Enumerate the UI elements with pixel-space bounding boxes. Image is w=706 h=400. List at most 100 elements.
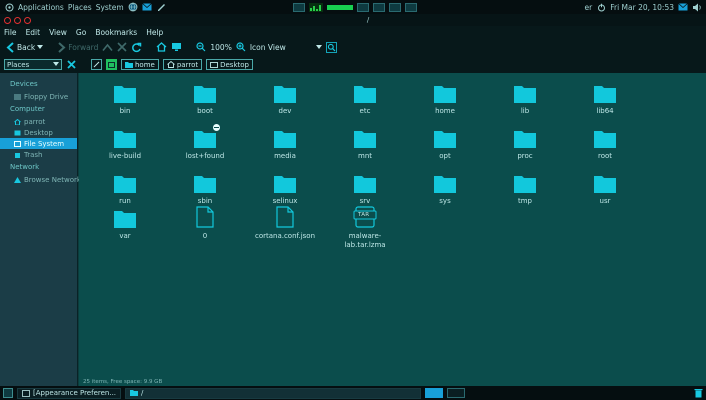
folder-icon <box>274 176 296 193</box>
file-item-root[interactable]: root <box>577 126 633 161</box>
home-button[interactable] <box>156 42 167 52</box>
sidebar-item-label: File System <box>24 139 65 148</box>
reload-icon <box>132 42 142 52</box>
file-item-srv[interactable]: srv <box>337 171 393 206</box>
back-button[interactable]: Back <box>6 41 44 53</box>
file-item-opt[interactable]: opt <box>417 126 473 161</box>
file-item-lost-found[interactable]: lost+found <box>177 123 233 161</box>
menu-bookmarks[interactable]: Bookmarks <box>95 28 137 37</box>
file-item-boot[interactable]: boot <box>177 81 233 116</box>
tray-box-2[interactable] <box>372 2 385 12</box>
file-item-icon <box>274 126 296 148</box>
file-item-bin[interactable]: bin <box>97 81 153 116</box>
file-item-home[interactable]: home <box>417 81 473 116</box>
edit-icon <box>93 61 100 68</box>
folder-icon <box>194 131 216 148</box>
file-item-label: proc <box>517 152 533 160</box>
maximize-window-button[interactable] <box>24 16 31 24</box>
workspace-2[interactable] <box>447 388 466 398</box>
menu-file[interactable]: File <box>4 28 17 37</box>
menu-help[interactable]: Help <box>146 28 163 37</box>
trash-applet-icon[interactable] <box>693 388 703 398</box>
file-item-label: boot <box>197 107 213 115</box>
applications-menu[interactable]: Applications <box>18 3 64 12</box>
file-item-label: tmp <box>517 197 532 205</box>
stop-button[interactable] <box>117 42 127 52</box>
computer-button[interactable] <box>171 42 182 52</box>
file-item-etc[interactable]: etc <box>337 81 393 116</box>
clock[interactable]: Fri Mar 20, 10:53 <box>610 3 674 12</box>
sidebar-item-browse-network[interactable]: Browse Network <box>0 174 81 185</box>
file-item-lib64[interactable]: lib64 <box>577 81 633 116</box>
sidebar-item-floppy[interactable]: Floppy Drive <box>0 91 77 102</box>
file-item-usr[interactable]: usr <box>577 171 633 206</box>
tray-box-4[interactable] <box>404 2 417 12</box>
taskbar-item-appearance[interactable]: [Appearance Preferen... <box>17 387 122 399</box>
applications-menu-icon[interactable] <box>4 2 14 12</box>
reload-button[interactable] <box>131 42 142 53</box>
tray-box-3[interactable] <box>388 2 401 12</box>
window-titlebar[interactable]: / <box>0 14 706 26</box>
volume-icon[interactable] <box>692 2 702 12</box>
file-item-label: bin <box>119 107 131 115</box>
system-menu[interactable]: System <box>96 3 124 12</box>
file-item-lib[interactable]: lib <box>497 81 553 116</box>
show-desktop-icon[interactable] <box>3 388 13 398</box>
file-item-selinux[interactable]: selinux <box>257 171 313 206</box>
mail-launcher-icon[interactable] <box>141 2 152 12</box>
path-root-button[interactable] <box>106 59 117 70</box>
close-sidebar-button[interactable] <box>66 59 77 70</box>
desktop-icon <box>210 61 219 68</box>
sidebar-item-parrot[interactable]: parrot <box>0 116 77 127</box>
close-window-button[interactable] <box>4 16 11 24</box>
sidebar-item-desktop[interactable]: Desktop <box>0 127 77 138</box>
file-item-dev[interactable]: dev <box>257 81 313 116</box>
text-editor-icon[interactable] <box>156 2 166 12</box>
mail-notification-icon[interactable] <box>678 2 688 12</box>
web-browser-icon[interactable] <box>128 2 138 12</box>
toggle-location-entry-button[interactable] <box>91 59 102 70</box>
sidebar-item-label: Floppy Drive <box>24 92 69 101</box>
places-menu[interactable]: Places <box>68 3 92 12</box>
user-menu[interactable]: er <box>585 3 593 12</box>
file-item-mnt[interactable]: mnt <box>337 126 393 161</box>
file-item-0[interactable]: 0 <box>177 206 233 241</box>
menu-go[interactable]: Go <box>76 28 86 37</box>
file-item-sys[interactable]: sys <box>417 171 473 206</box>
menu-view[interactable]: View <box>49 28 67 37</box>
menu-edit[interactable]: Edit <box>26 28 41 37</box>
sidebar-item-trash[interactable]: Trash <box>0 149 77 160</box>
file-item-run[interactable]: run <box>97 171 153 206</box>
sidebar-mode-select[interactable]: Places <box>4 59 62 70</box>
search-button[interactable] <box>325 41 337 53</box>
workspace-indicator[interactable] <box>292 2 305 12</box>
toolbar: Back Forward 100% Icon View <box>0 38 706 56</box>
tray-box-1[interactable] <box>356 2 369 12</box>
folder-icon <box>514 86 536 103</box>
sidebar-item-file-system[interactable]: File System <box>0 138 77 149</box>
forward-button[interactable]: Forward <box>57 41 98 53</box>
minimize-window-button[interactable] <box>14 16 21 24</box>
view-mode-select[interactable]: Icon View <box>250 43 322 52</box>
zoom-in-button[interactable] <box>236 42 246 52</box>
breadcrumb-parrot[interactable]: parrot <box>162 59 203 70</box>
up-button[interactable] <box>102 43 114 52</box>
zoom-out-button[interactable] <box>196 42 206 52</box>
breadcrumb-desktop[interactable]: Desktop <box>206 59 253 70</box>
file-item-var[interactable]: var <box>97 206 153 241</box>
file-item-tmp[interactable]: tmp <box>497 171 553 206</box>
file-item-media[interactable]: media <box>257 126 313 161</box>
file-item-proc[interactable]: proc <box>497 126 553 161</box>
workspace-1[interactable] <box>425 388 444 398</box>
folder-icon <box>434 131 456 148</box>
taskbar-item-file-browser[interactable]: / <box>125 387 422 399</box>
file-item-sbin[interactable]: sbin <box>177 171 233 206</box>
folder-icon <box>114 211 136 228</box>
icon-view[interactable]: bin boot dev etc home lib lib64 live-build lost+… <box>79 73 706 378</box>
zoom-level[interactable]: 100% <box>210 43 231 52</box>
file-item-malware-lab-tar-lzma[interactable]: TAR malware-lab.tar.lzma <box>337 206 393 250</box>
file-item-live-build[interactable]: live-build <box>97 126 153 161</box>
power-icon[interactable] <box>596 2 606 12</box>
breadcrumb-home[interactable]: home <box>121 59 159 70</box>
file-item-cortana-conf-json[interactable]: cortana.conf.json <box>255 206 315 241</box>
